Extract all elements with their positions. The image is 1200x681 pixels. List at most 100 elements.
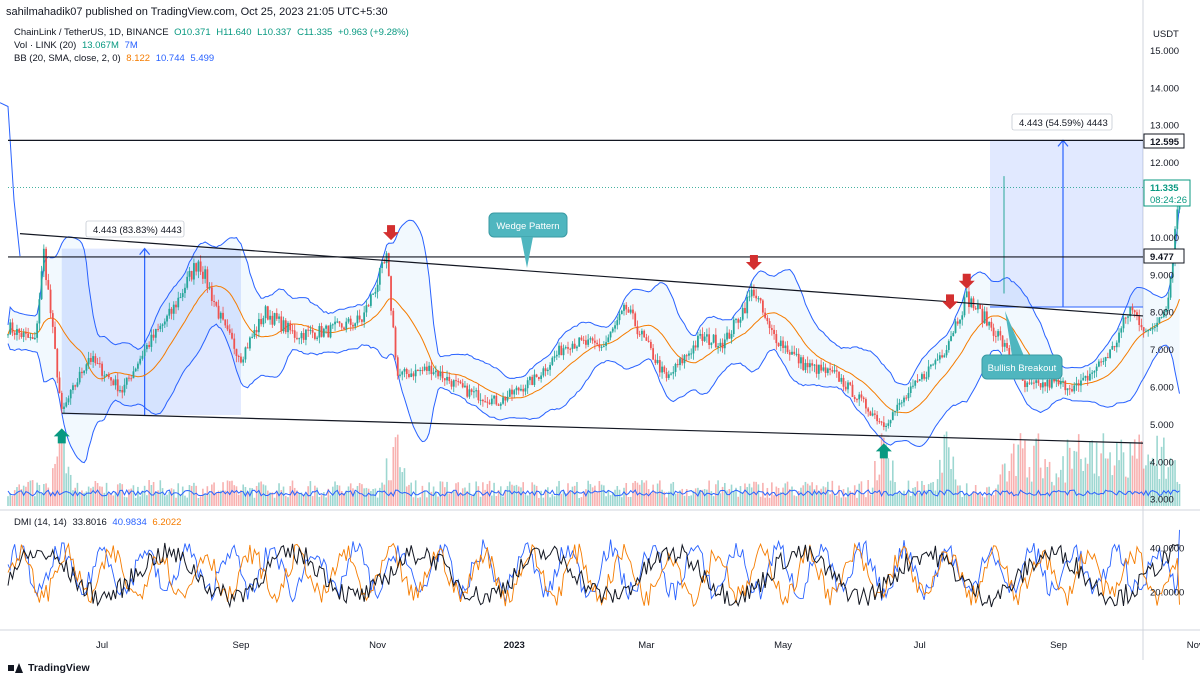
volume-bar: [766, 487, 769, 506]
candle-body: [72, 385, 74, 391]
volume-bar: [930, 482, 932, 506]
legend-dmi-row: DMI (14, 14) 33.8016 40.9834 6.2022: [14, 517, 184, 528]
volume-bar: [67, 466, 70, 506]
candle-body: [1044, 382, 1047, 387]
candle-body: [945, 349, 948, 356]
volume-bar: [553, 496, 556, 506]
candle-body: [81, 371, 83, 374]
candle-body: [537, 376, 540, 380]
volume-bar: [1122, 452, 1125, 506]
candle-body: [1071, 389, 1073, 392]
volume-bar: [988, 486, 990, 506]
candle-body: [190, 270, 193, 280]
candle-body: [587, 339, 590, 345]
volume-bar: [188, 485, 191, 506]
volume-bar: [448, 493, 451, 506]
volume-bar: [1044, 459, 1046, 506]
volume-bar: [114, 492, 117, 506]
volume-bar: [305, 494, 307, 506]
candle-body: [405, 368, 408, 374]
volume-bar: [759, 496, 762, 506]
candle-body: [918, 379, 921, 381]
current-price-tag: 11.335: [1150, 183, 1179, 194]
candle-body: [822, 367, 825, 371]
candle-body: [761, 300, 764, 313]
candle-body: [912, 385, 914, 387]
candle-body: [399, 374, 401, 376]
volume-bar: [168, 491, 171, 506]
candle-body: [705, 334, 708, 337]
candle-body: [201, 271, 204, 279]
candle-body: [927, 366, 930, 378]
volume-bar: [865, 497, 867, 506]
candle-body: [1102, 361, 1105, 363]
candle-body: [184, 287, 186, 294]
candle-body: [520, 388, 522, 391]
volume-bar: [1095, 442, 1098, 506]
volume-bar: [92, 486, 94, 506]
candle-body: [925, 377, 928, 379]
volume-bar: [977, 493, 979, 506]
candle-body: [1006, 343, 1008, 349]
candle-body: [69, 390, 72, 399]
candle-body: [721, 342, 724, 349]
candle-body: [614, 325, 616, 329]
candle-body: [629, 309, 632, 313]
candle-body: [1003, 343, 1006, 347]
volume-bar: [197, 497, 200, 506]
candle-body: [1057, 380, 1060, 385]
candle-body: [560, 345, 563, 356]
volume-bar: [954, 479, 957, 506]
candle-body: [567, 347, 569, 349]
volume-bar: [800, 487, 802, 506]
candle-body: [123, 384, 126, 393]
candle-body: [284, 320, 287, 333]
volume-bar: [132, 485, 135, 506]
volume-bar: [1093, 473, 1096, 506]
volume-bar: [934, 490, 937, 506]
candle-body: [338, 321, 341, 324]
candle-body: [1149, 329, 1152, 331]
volume-bar: [1109, 452, 1111, 506]
candle-body: [148, 344, 151, 347]
volume-bar: [587, 480, 589, 506]
legend-volume-row: Vol · LINK (20) 13.067M 7M: [14, 40, 141, 51]
candle-body: [784, 345, 787, 349]
volume-bar: [45, 483, 47, 506]
candle-body: [1037, 380, 1040, 384]
candle-body: [699, 333, 702, 336]
volume-bar: [271, 492, 274, 506]
volume-bar: [654, 491, 657, 506]
candle-body: [432, 372, 435, 375]
volume-bar: [674, 493, 677, 506]
candle-body: [224, 319, 227, 326]
ohlc-high: H11.640: [216, 27, 252, 38]
candle-body: [647, 340, 650, 342]
volume-bar: [1133, 439, 1136, 506]
volume-bar: [1147, 454, 1149, 506]
volume-bar: [970, 493, 972, 506]
candle-body: [175, 304, 177, 308]
candle-body: [197, 261, 200, 272]
volume-bar: [477, 486, 480, 506]
volume-bar: [983, 497, 986, 506]
y-tick-label: 4.000: [1150, 457, 1174, 468]
candle-body: [609, 331, 612, 338]
volume-bar: [155, 491, 157, 506]
chart-canvas[interactable]: 15.00014.00013.00012.00011.00010.0009.00…: [0, 0, 1200, 681]
volume-bar: [1084, 457, 1087, 506]
candle-body: [430, 365, 433, 375]
volume-bar: [831, 480, 834, 506]
x-tick-label: Sep: [233, 640, 250, 651]
volume-bar: [444, 487, 446, 506]
candle-body: [844, 386, 847, 390]
volume-bar: [844, 497, 847, 506]
candle-body: [186, 276, 189, 288]
volume-bar: [979, 493, 981, 506]
candle-body: [764, 312, 767, 318]
candle-body: [195, 263, 198, 272]
volume-bar: [874, 461, 876, 506]
candle-body: [983, 311, 986, 324]
volume-bar: [450, 491, 453, 506]
volume-bar: [426, 497, 428, 506]
